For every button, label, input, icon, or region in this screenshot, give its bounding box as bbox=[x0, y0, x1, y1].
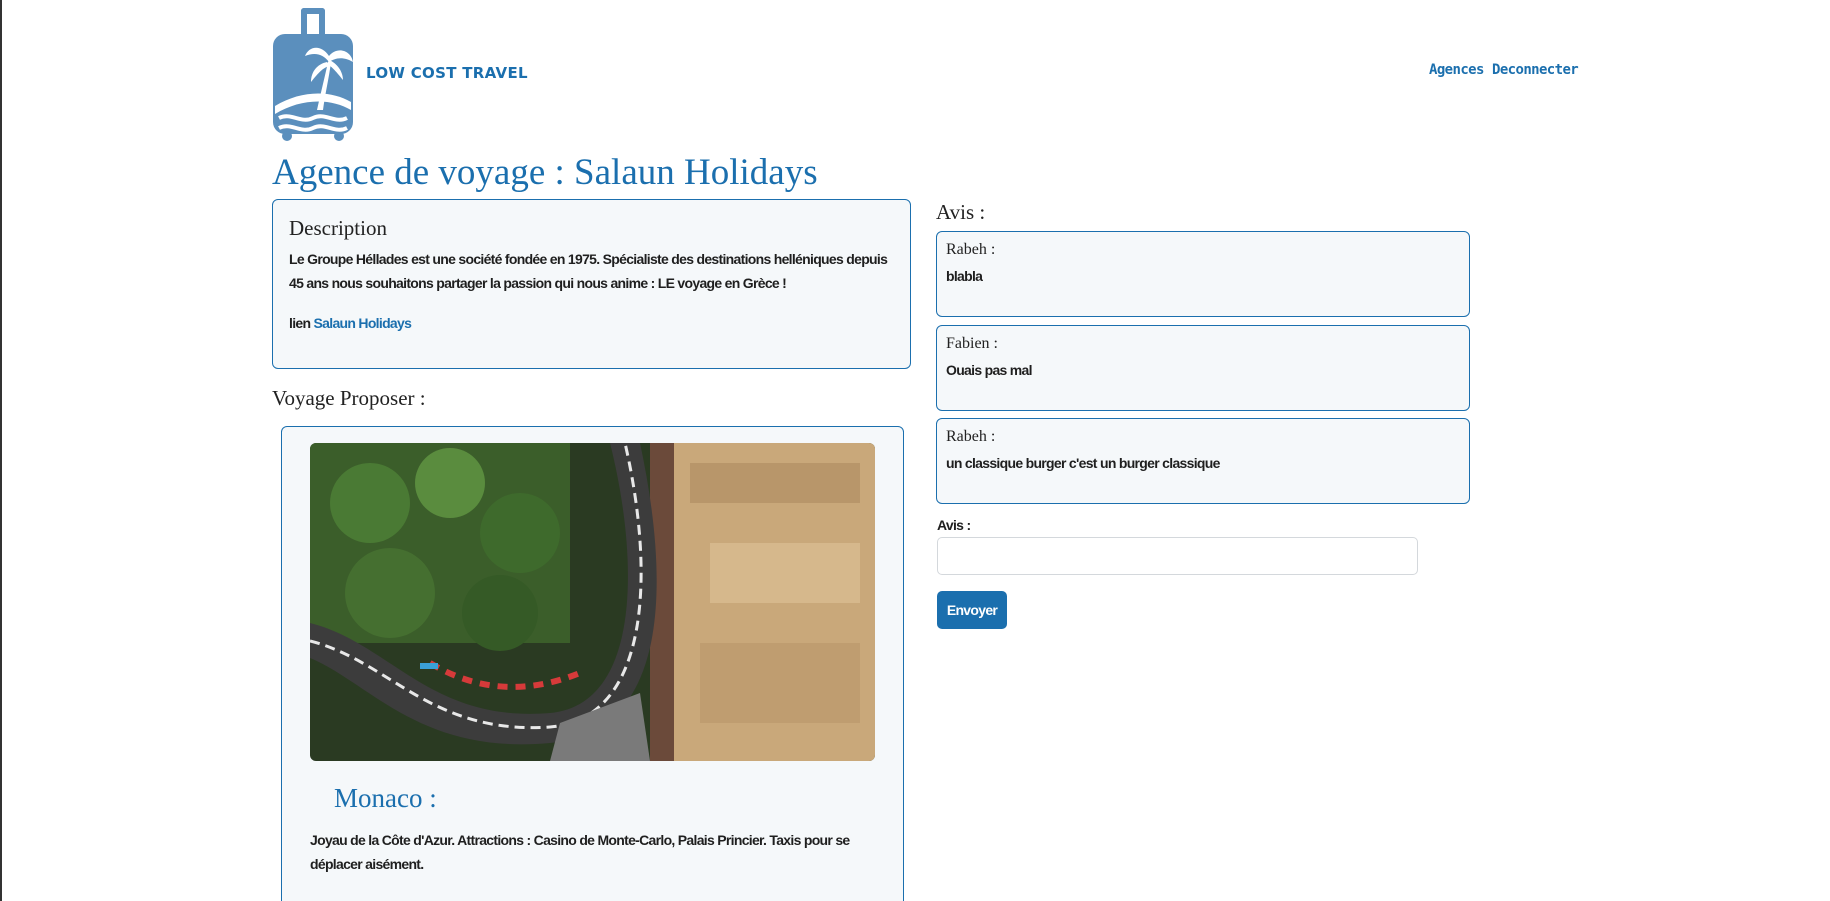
description-link-prefix: lien bbox=[289, 315, 311, 331]
review-author: Fabien : bbox=[946, 335, 998, 352]
review-text: Ouais pas mal bbox=[946, 362, 1033, 378]
send-button[interactable]: Envoyer bbox=[937, 591, 1007, 629]
nav-link-agences[interactable]: Agences bbox=[1429, 62, 1484, 78]
review-text: un classique burger c'est un burger clas… bbox=[946, 455, 1220, 471]
description-card: Description Le Groupe Héllades est une s… bbox=[272, 199, 911, 369]
description-text: Le Groupe Héllades est une société fondé… bbox=[289, 251, 888, 291]
trip-description: Joyau de la Côte d'Azur. Attractions : C… bbox=[310, 832, 850, 872]
review-text: blabla bbox=[946, 268, 983, 284]
trip-title: Monaco : bbox=[334, 783, 437, 813]
description-heading: Description bbox=[289, 216, 387, 240]
trip-card[interactable]: Monaco : Joyau de la Côte d'Azur. Attrac… bbox=[281, 426, 904, 901]
avis-heading: Avis : bbox=[936, 200, 986, 224]
review-card: Rabeh : un classique burger c'est un bur… bbox=[936, 418, 1470, 504]
avis-input[interactable] bbox=[937, 537, 1418, 575]
review-card: Fabien : Ouais pas mal bbox=[936, 325, 1470, 411]
review-card: Rabeh : blabla bbox=[936, 231, 1470, 317]
window-left-edge bbox=[0, 0, 2, 901]
trip-image bbox=[310, 443, 875, 761]
description-link-line: lien Salaun Holidays bbox=[289, 311, 894, 335]
review-author: Rabeh : bbox=[946, 428, 996, 445]
suitcase-palm-logo-icon bbox=[273, 8, 353, 141]
review-author: Rabeh : bbox=[946, 241, 996, 258]
avis-input-label: Avis : bbox=[937, 517, 971, 533]
brand-name: LOW COST TRAVEL bbox=[366, 64, 528, 82]
voyage-heading: Voyage Proposer : bbox=[272, 386, 426, 410]
nav-link-deconnecter[interactable]: Deconnecter bbox=[1492, 62, 1579, 78]
agency-website-link[interactable]: Salaun Holidays bbox=[314, 315, 412, 331]
page-title: Agence de voyage : Salaun Holidays bbox=[272, 152, 818, 193]
